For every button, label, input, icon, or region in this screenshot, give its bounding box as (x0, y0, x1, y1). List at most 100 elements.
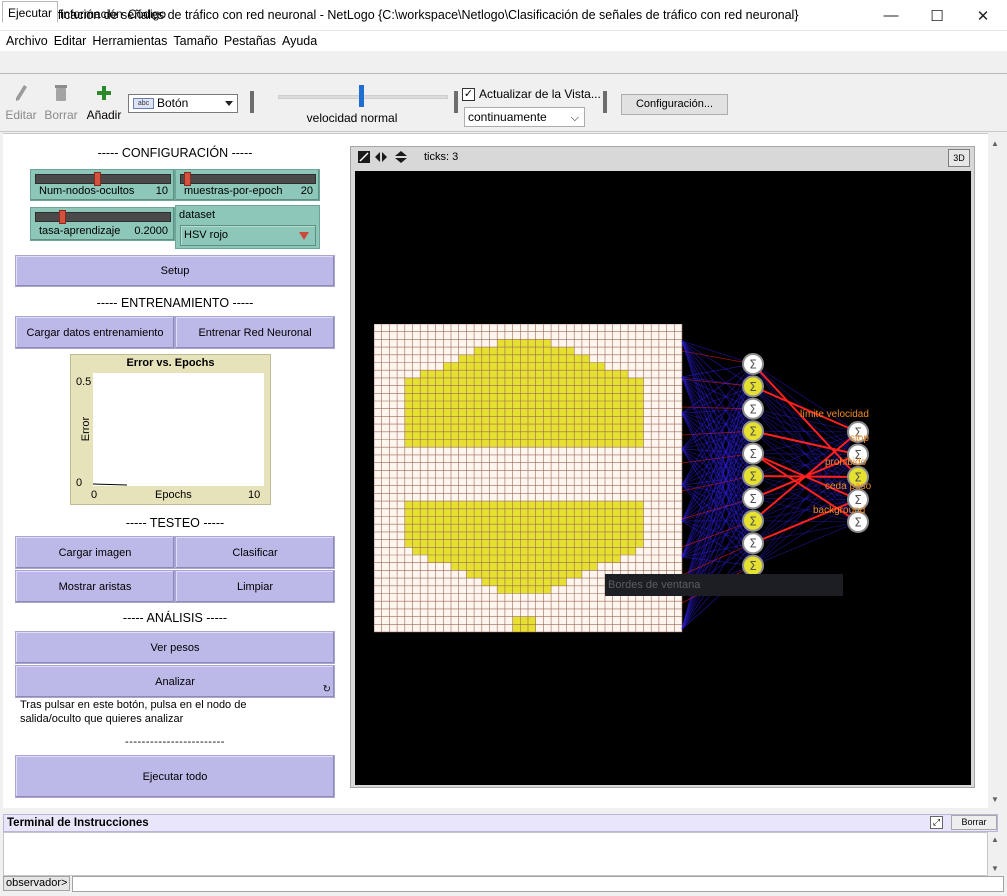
dropdown-arrow-icon (225, 101, 233, 106)
expand-icon[interactable]: ⤢ (930, 816, 943, 829)
command-output (3, 832, 988, 876)
slider-muestras-por-epoch[interactable]: muestras-por-epoch 20 (175, 169, 320, 201)
maximize-button[interactable]: ☐ (914, 0, 960, 31)
button-widget-icon: abc (133, 98, 154, 109)
load-image-button[interactable]: Cargar imagen (15, 536, 175, 569)
tab-informacion[interactable]: Información (54, 3, 129, 23)
strong-edge (752, 430, 859, 456)
scroll-down-icon[interactable]: ▼ (991, 864, 999, 873)
update-view-checkbox[interactable]: ✓ (462, 88, 475, 101)
delete-button[interactable]: Borrar (44, 84, 78, 122)
tab-ejecutar[interactable]: Ejecutar (2, 1, 59, 23)
speed-label: velocidad normal (306, 111, 398, 125)
load-training-data-button[interactable]: Cargar datos entrenamiento (15, 316, 175, 349)
world-canvas[interactable]: Σ Σ Σ Σ Σ Σ Σ Σ Σ Σ Σ Σ Σ Σ Σlímite velocidad stop prohi… (355, 171, 971, 785)
minimize-button[interactable]: — (868, 0, 914, 31)
plot-curve (92, 483, 128, 486)
toolbar-separator (603, 91, 607, 113)
vertical-scrollbar[interactable]: ▲ ▼ (988, 133, 1004, 808)
scroll-down-icon[interactable]: ▼ (991, 795, 999, 804)
sigma-icon: Σ (749, 514, 757, 528)
hidden-output-edge (752, 430, 859, 433)
run-all-button[interactable]: Ejecutar todo (15, 755, 335, 798)
sigma-icon: Σ (749, 559, 757, 573)
setup-button[interactable]: Setup (15, 255, 335, 287)
menu-ayuda[interactable]: Ayuda (279, 34, 320, 48)
view-resize-icons[interactable] (357, 150, 411, 166)
close-button[interactable]: ✕ (960, 0, 1006, 31)
config-heading: ----- CONFIGURACIÓN ----- (97, 146, 253, 160)
horizontal-arrows-icon (375, 152, 387, 162)
plot-x-label: Epochs (155, 489, 192, 501)
menu-tamano[interactable]: Tamaño (170, 34, 220, 48)
tab-bar (0, 52, 1007, 74)
slider-knob[interactable] (59, 210, 67, 224)
analyze-note: Tras pulsar en este botón, pulsa en el n… (20, 699, 247, 725)
vertical-arrows-icon (395, 151, 407, 163)
sigma-icon: Σ (749, 380, 757, 394)
plot-y-label: Error (80, 416, 93, 442)
sigma-icon: Σ (749, 447, 757, 461)
dropdown-triangle-icon (299, 232, 309, 240)
3d-view-button[interactable]: 3D (948, 149, 970, 167)
ticks-counter: ticks: 3 (424, 151, 459, 163)
slider-knob[interactable] (93, 172, 101, 186)
view-size-icon (358, 151, 370, 163)
sigma-icon: Σ (854, 516, 862, 530)
command-center-clear-button[interactable]: Borrar (951, 815, 997, 830)
command-output-scrollbar[interactable]: ▲ ▼ (988, 832, 1004, 876)
menu-pestanas[interactable]: Pestañas (221, 34, 279, 48)
analysis-heading: ----- ANÁLISIS ----- (122, 611, 228, 625)
train-network-button[interactable]: Entrenar Red Neuronal (175, 316, 335, 349)
output-label: ceda paso (825, 481, 872, 492)
sigma-icon: Σ (749, 425, 757, 439)
scroll-up-icon[interactable]: ▲ (991, 835, 999, 844)
dataset-select[interactable]: HSV rojo (180, 225, 316, 246)
sigma-icon: Σ (749, 537, 757, 551)
view-weights-button[interactable]: Ver pesos (15, 631, 335, 664)
training-heading: ----- ENTRENAMIENTO ----- (96, 296, 254, 310)
edit-button[interactable]: Editar (5, 84, 37, 122)
settings-button[interactable]: Configuración... (621, 94, 728, 115)
menu-editar[interactable]: Editar (51, 34, 90, 48)
neural-network-graph[interactable]: ΣΣΣΣΣΣΣΣΣΣΣΣΣΣΣlímite velocidadstopprohi… (355, 171, 971, 785)
clear-view-button[interactable]: Limpiar (175, 570, 335, 603)
sigma-icon: Σ (749, 402, 757, 416)
command-center-title: Terminal de Instrucciones (7, 817, 149, 829)
sigma-icon: Σ (749, 358, 757, 372)
error-plot: Error vs. Epochs 0.5 0 Error 0 Epochs 10 (70, 354, 271, 505)
show-edges-button[interactable]: Mostrar aristas (15, 570, 175, 603)
dataset-chooser[interactable]: dataset HSV rojo (175, 205, 320, 249)
plot-x-min: 0 (91, 489, 98, 501)
menu-herramientas[interactable]: Herramientas (89, 34, 170, 48)
slider-num-nodos-ocultos[interactable]: Num-nodos-ocultos 10 (30, 169, 175, 201)
update-mode-select[interactable]: continuamente ⌵ (464, 107, 585, 127)
slider-tasa-aprendizaje[interactable]: tasa-aprendizaje 0.2000 (30, 207, 175, 241)
trash-icon (55, 85, 67, 101)
menu-archivo[interactable]: Archivo (3, 34, 51, 48)
chevron-down-icon: ⌵ (570, 112, 579, 124)
tab-codigo[interactable]: Código (122, 3, 172, 23)
slider-knob[interactable] (183, 172, 191, 186)
speed-slider-thumb[interactable] (358, 85, 364, 107)
output-label: stop (850, 433, 869, 444)
command-center-header (3, 814, 998, 832)
pencil-icon (16, 85, 27, 101)
output-label: límite velocidad (800, 409, 869, 420)
toolbar-separator (250, 91, 254, 113)
plot-y-min: 0 (76, 477, 83, 489)
forever-icon: ↻ (322, 684, 331, 695)
slider-track (180, 174, 316, 184)
observer-selector[interactable]: observador> (3, 876, 70, 891)
command-input[interactable] (72, 876, 1004, 892)
update-view-label: Actualizar de la Vista... (479, 87, 601, 101)
test-heading: ----- TESTEO ----- (125, 516, 225, 530)
scroll-up-icon[interactable]: ▲ (991, 139, 999, 148)
analyze-button[interactable]: Analizar ↻ (15, 665, 335, 698)
plus-icon (97, 86, 111, 100)
add-button[interactable]: Añadir (86, 84, 122, 122)
widget-type-select[interactable]: abc Botón (128, 94, 238, 113)
classify-button[interactable]: Clasificar (175, 536, 335, 569)
output-label: background (813, 505, 865, 516)
plot-x-max: 10 (248, 489, 261, 501)
